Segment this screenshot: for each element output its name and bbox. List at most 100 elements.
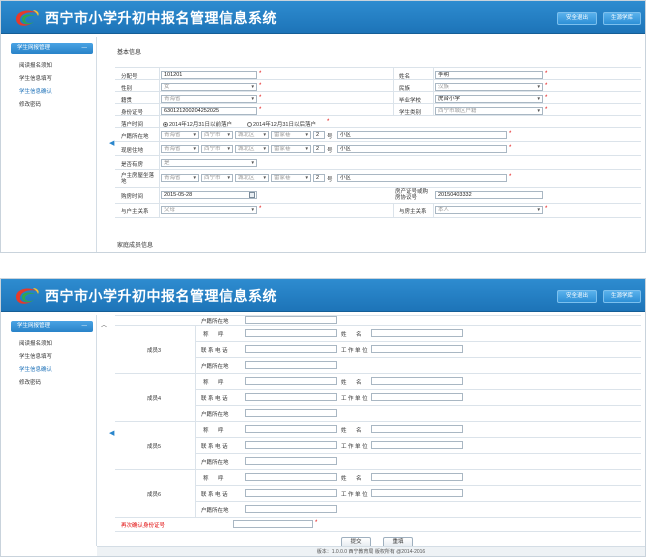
hukou-input[interactable] bbox=[245, 361, 337, 369]
hukou-input[interactable] bbox=[245, 457, 337, 465]
hukou-input[interactable] bbox=[245, 409, 337, 417]
rel-owner-select[interactable]: 本人 bbox=[435, 206, 543, 214]
live-province-select[interactable]: 青海省 bbox=[161, 145, 199, 153]
rel-holder-select[interactable]: 父母 bbox=[161, 206, 257, 214]
radio-icon bbox=[247, 122, 252, 128]
sidebar-item-confirm[interactable]: 学生信息确认 bbox=[19, 87, 52, 95]
calendar-icon[interactable] bbox=[249, 192, 255, 198]
member-label: 成员4 bbox=[147, 396, 162, 402]
sidebar-item-confirm[interactable]: 学生信息确认 bbox=[19, 365, 52, 373]
student-library-button[interactable]: 生源学库 bbox=[603, 290, 641, 303]
label-hukou: 户籍所在地 bbox=[201, 508, 229, 514]
house-num-input[interactable]: 2 bbox=[313, 174, 325, 182]
label-work: 工 作 单 位 bbox=[341, 492, 368, 498]
settle-option-before[interactable]: 2014年12月31日以前落户 bbox=[163, 120, 232, 128]
cert-no-input[interactable]: 20150403332 bbox=[435, 191, 543, 199]
buy-time-input[interactable]: 2015-05-28 bbox=[161, 191, 257, 199]
phone-input[interactable] bbox=[245, 441, 337, 449]
house-community-input[interactable]: 小区 bbox=[337, 174, 507, 182]
label-rel-owner: 与房主关系 bbox=[399, 209, 427, 215]
label-phone: 联 系 电 话 bbox=[201, 396, 228, 402]
native-select[interactable]: 青海省 bbox=[161, 95, 257, 103]
member-name-input[interactable] bbox=[371, 425, 463, 433]
idcard-input[interactable]: 630121200204252025 bbox=[161, 107, 257, 115]
phone-input[interactable] bbox=[245, 489, 337, 497]
label-member-name: 姓 名 bbox=[341, 476, 366, 482]
label-seq: 分配号 bbox=[121, 74, 138, 80]
ethnicity-select[interactable]: 汉族 bbox=[435, 83, 543, 91]
gender-select[interactable]: 女 bbox=[161, 83, 257, 91]
member-name-input[interactable] bbox=[371, 473, 463, 481]
house-province-select[interactable]: 青海省 bbox=[161, 174, 199, 182]
member-name-input[interactable] bbox=[371, 377, 463, 385]
label-phone: 联 系 电 话 bbox=[201, 348, 228, 354]
sidebar-item-fill[interactable]: 学生信息填写 bbox=[19, 352, 52, 360]
label-title: 称 呼 bbox=[203, 380, 228, 386]
label-work: 工 作 单 位 bbox=[341, 348, 368, 354]
hukou-input[interactable] bbox=[245, 316, 337, 324]
has-house-select[interactable]: 是 bbox=[161, 159, 257, 167]
phone-input[interactable] bbox=[245, 393, 337, 401]
work-input[interactable] bbox=[371, 489, 463, 497]
label-school: 毕业学校 bbox=[399, 98, 422, 104]
collapse-arrow-icon[interactable]: ◀ bbox=[109, 139, 114, 147]
hukou-input[interactable] bbox=[245, 505, 337, 513]
label-idcard: 身份证号 bbox=[121, 110, 144, 116]
hukou-district-select[interactable]: 城北区 bbox=[235, 131, 269, 139]
radio-checked-icon bbox=[163, 122, 168, 128]
member-name-input[interactable] bbox=[371, 329, 463, 337]
name-input[interactable]: 李明 bbox=[435, 71, 543, 79]
student-library-button[interactable]: 生源学库 bbox=[603, 12, 641, 25]
label-native: 籍贯 bbox=[121, 98, 133, 104]
phone-input[interactable] bbox=[245, 345, 337, 353]
live-district-select[interactable]: 城北区 bbox=[235, 145, 269, 153]
hukou-num-unit: 号 bbox=[327, 134, 333, 140]
school-select[interactable]: 虎台小学 bbox=[435, 95, 543, 103]
live-street-select[interactable]: 雷家巷 bbox=[271, 145, 311, 153]
work-input[interactable] bbox=[371, 441, 463, 449]
sidebar-item-fill[interactable]: 学生信息填写 bbox=[19, 74, 52, 82]
live-num-input[interactable]: 2 bbox=[313, 145, 325, 153]
sidebar-item-notice[interactable]: 阅读报名须知 bbox=[19, 339, 52, 347]
sidebar-item-password[interactable]: 修改密码 bbox=[19, 100, 41, 108]
hukou-num-input[interactable]: 2 bbox=[313, 131, 325, 139]
title-input[interactable] bbox=[245, 377, 337, 385]
title-input[interactable] bbox=[245, 329, 337, 337]
live-community-input[interactable]: 小区 bbox=[337, 145, 507, 153]
logout-button[interactable]: 安全退出 bbox=[557, 290, 597, 303]
title-input[interactable] bbox=[245, 473, 337, 481]
logo-icon bbox=[16, 10, 39, 26]
sidebar-head[interactable]: 学生网报管理 — bbox=[11, 43, 93, 54]
label-house-addr: 户主房屋坐落地 bbox=[121, 173, 155, 185]
label-has-house: 是否有房 bbox=[121, 162, 144, 168]
house-district-select[interactable]: 城北区 bbox=[235, 174, 269, 182]
title-input[interactable] bbox=[245, 425, 337, 433]
hukou-province-select[interactable]: 青海省 bbox=[161, 131, 199, 139]
hukou-street-select[interactable]: 雷家巷 bbox=[271, 131, 311, 139]
hukou-community-input[interactable]: 小区 bbox=[337, 131, 507, 139]
app-title: 西宁市小学升初中报名管理信息系统 bbox=[45, 288, 277, 304]
house-city-select[interactable]: 西宁市 bbox=[201, 174, 233, 182]
work-input[interactable] bbox=[371, 393, 463, 401]
sidebar-item-password[interactable]: 修改密码 bbox=[19, 378, 41, 386]
work-input[interactable] bbox=[371, 345, 463, 353]
seq-input[interactable]: 101201 bbox=[161, 71, 257, 79]
hukou-city-select[interactable]: 西宁市 bbox=[201, 131, 233, 139]
live-city-select[interactable]: 西宁市 bbox=[201, 145, 233, 153]
section-basic-title: 基本信息 bbox=[117, 50, 142, 56]
collapse-arrow-icon[interactable]: ◀ bbox=[109, 429, 114, 437]
label-member-name: 姓 名 bbox=[341, 332, 366, 338]
settle-option-after[interactable]: 2014年12月31日以后落户 bbox=[247, 120, 316, 128]
label-buy-time: 购房时间 bbox=[121, 194, 144, 200]
chevron-up-icon[interactable]: ︿ bbox=[101, 320, 107, 329]
confirm-idcard-input[interactable] bbox=[233, 520, 313, 528]
footer: 版本：1.0.0.0 西宁教育局 版权所有 @2014-2016 bbox=[97, 546, 645, 556]
label-name: 姓名 bbox=[399, 74, 411, 80]
label-live-addr: 现居住地 bbox=[121, 148, 144, 154]
category-select[interactable]: 西宁市城区户籍 bbox=[435, 107, 543, 115]
house-street-select[interactable]: 雷家巷 bbox=[271, 174, 311, 182]
sidebar-head[interactable]: 学生网报管理 — bbox=[11, 321, 93, 332]
label-title: 称 呼 bbox=[203, 332, 228, 338]
sidebar-item-notice[interactable]: 阅读报名须知 bbox=[19, 61, 52, 69]
logout-button[interactable]: 安全退出 bbox=[557, 12, 597, 25]
